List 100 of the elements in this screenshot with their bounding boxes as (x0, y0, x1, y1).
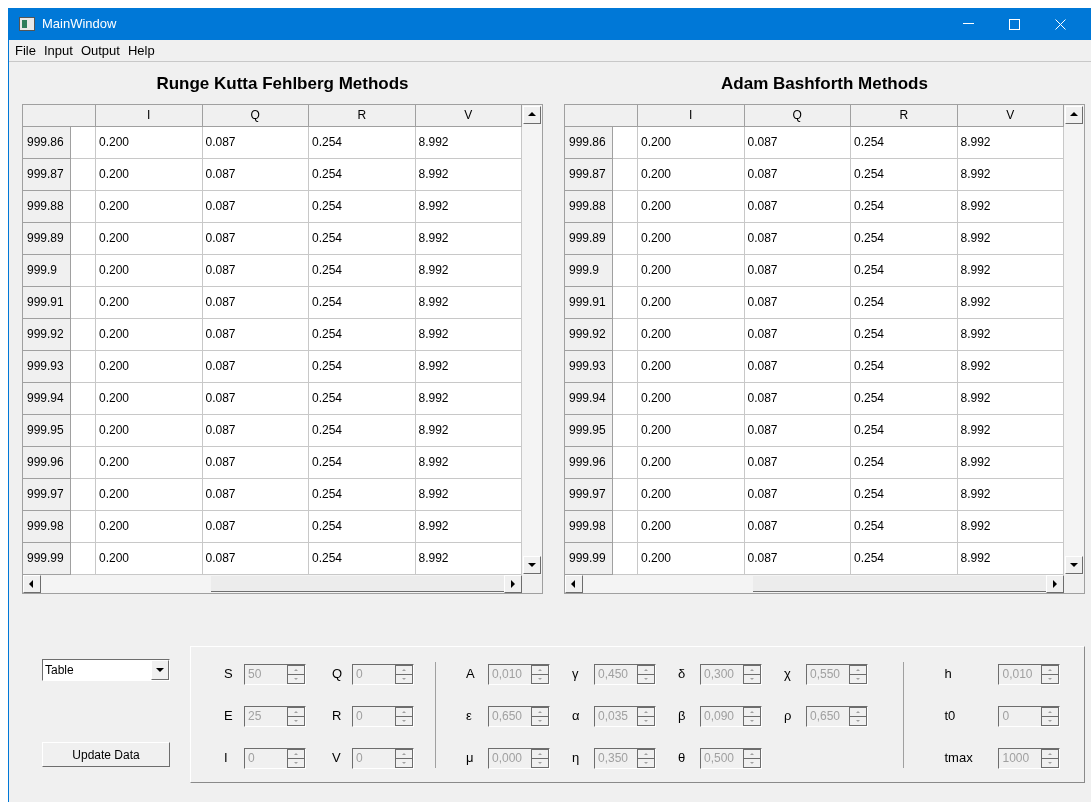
spin-arrows-icon (743, 748, 761, 768)
row-header[interactable]: 999.88 (565, 191, 613, 223)
column-header[interactable]: Q (744, 105, 851, 127)
column-header[interactable]: Q (202, 105, 309, 127)
vertical-scrollbar[interactable] (1064, 105, 1084, 575)
row-header[interactable]: 999.93 (565, 351, 613, 383)
menu-item[interactable]: Input (39, 40, 77, 61)
spin-arrows-icon (531, 748, 549, 768)
table-cell: 0.087 (202, 383, 309, 415)
right-arrow-icon (1050, 579, 1060, 589)
table-cell: 0.087 (202, 447, 309, 479)
row-header[interactable]: 999.96 (23, 447, 71, 479)
empty-cell (71, 447, 96, 479)
table-cell: 0.200 (96, 319, 203, 351)
table-cell: 0.087 (202, 127, 309, 159)
scroll-arrow-button[interactable] (1046, 575, 1064, 593)
scroll-arrow-button[interactable] (1065, 556, 1083, 574)
row-header[interactable]: 999.99 (565, 543, 613, 575)
menu-item[interactable]: Output (76, 40, 124, 61)
horizontal-scrollbar[interactable] (23, 575, 522, 593)
table-cell: 0.254 (309, 415, 416, 447)
row-header[interactable]: 999.99 (23, 543, 71, 575)
row-header[interactable]: 999.96 (565, 447, 613, 479)
empty-cell (71, 511, 96, 543)
parameter-label: θ (678, 749, 687, 768)
table-cell: 0.087 (202, 511, 309, 543)
row-header[interactable]: 999.98 (23, 511, 71, 543)
scroll-arrow-button[interactable] (523, 556, 541, 574)
row-header[interactable]: 999.88 (23, 191, 71, 223)
empty-cell (71, 287, 96, 319)
parameter-label: V (332, 749, 342, 768)
row-header[interactable]: 999.97 (23, 479, 71, 511)
scroll-arrow-button[interactable] (504, 575, 522, 593)
empty-cell (613, 191, 638, 223)
row-header[interactable]: 999.98 (565, 511, 613, 543)
row-header[interactable]: 999.95 (23, 415, 71, 447)
scroll-arrow-button[interactable] (523, 106, 541, 124)
row-header[interactable]: 999.97 (565, 479, 613, 511)
column-header[interactable]: V (415, 105, 522, 127)
column-header[interactable]: R (309, 105, 416, 127)
parameter-label: t0 (944, 707, 957, 726)
update-data-button[interactable]: Update Data (42, 742, 170, 767)
row-header[interactable]: 999.9 (23, 255, 71, 287)
minimize-icon (962, 23, 974, 25)
table-cell: 0.087 (202, 479, 309, 511)
row-header[interactable]: 999.89 (23, 223, 71, 255)
empty-cell (613, 127, 638, 159)
row-header[interactable]: 999.87 (23, 159, 71, 191)
table-cell: 0.254 (309, 511, 416, 543)
vertical-scrollbar[interactable] (522, 105, 542, 575)
scroll-arrow-button[interactable] (565, 575, 583, 593)
empty-cell (613, 159, 638, 191)
table-title: Runge Kutta Fehlberg Methods (155, 73, 410, 95)
scrollbar-thumb[interactable] (211, 576, 504, 592)
parameter-label: δ (678, 665, 687, 684)
column-header[interactable]: R (851, 105, 958, 127)
row-header[interactable]: 999.86 (565, 127, 613, 159)
spin-arrows-icon (1041, 664, 1060, 684)
spin-arrows-icon (1041, 748, 1060, 768)
table-cell: 0.254 (309, 191, 416, 223)
empty-cell (613, 447, 638, 479)
row-header[interactable]: 999.87 (565, 159, 613, 191)
row-header[interactable]: 999.93 (23, 351, 71, 383)
menu-item[interactable]: File (9, 40, 40, 61)
row-header[interactable]: 999.94 (23, 383, 71, 415)
scroll-arrow-button[interactable] (1065, 106, 1083, 124)
spin-arrows-icon (395, 748, 413, 768)
horizontal-scrollbar[interactable] (565, 575, 1064, 593)
empty-cell (613, 479, 638, 511)
table-cell: 0.087 (202, 255, 309, 287)
parameter-label: Q (332, 665, 344, 684)
row-header[interactable]: 999.92 (565, 319, 613, 351)
table-cell: 0.254 (309, 223, 416, 255)
scroll-arrow-button[interactable] (23, 575, 41, 593)
row-header[interactable]: 999.91 (23, 287, 71, 319)
table-cell: 0.254 (309, 479, 416, 511)
table-cell: 0.254 (309, 127, 416, 159)
table-cell: 0.087 (744, 447, 851, 479)
spin-arrows-icon (531, 664, 549, 684)
row-header[interactable]: 999.95 (565, 415, 613, 447)
column-header[interactable]: V (957, 105, 1064, 127)
table-cell: 0.254 (851, 287, 958, 319)
scrollbar-thumb[interactable] (753, 576, 1046, 592)
empty-cell (613, 255, 638, 287)
parameter-label: S (224, 665, 234, 684)
column-header[interactable]: I (96, 105, 203, 127)
menu-item[interactable]: Help (123, 40, 159, 61)
row-header[interactable]: 999.92 (23, 319, 71, 351)
spin-arrows-icon (287, 664, 305, 684)
view-dropdown[interactable]: Table (42, 659, 170, 681)
row-header[interactable]: 999.86 (23, 127, 71, 159)
row-header[interactable]: 999.89 (565, 223, 613, 255)
column-header[interactable]: I (638, 105, 745, 127)
table-cell: 0.087 (744, 191, 851, 223)
table-cell: 0.087 (744, 351, 851, 383)
row-header[interactable]: 999.91 (565, 287, 613, 319)
row-header[interactable]: 999.94 (565, 383, 613, 415)
row-header[interactable]: 999.9 (565, 255, 613, 287)
parameter-label: A (466, 665, 476, 684)
table-cell: 0.254 (851, 447, 958, 479)
